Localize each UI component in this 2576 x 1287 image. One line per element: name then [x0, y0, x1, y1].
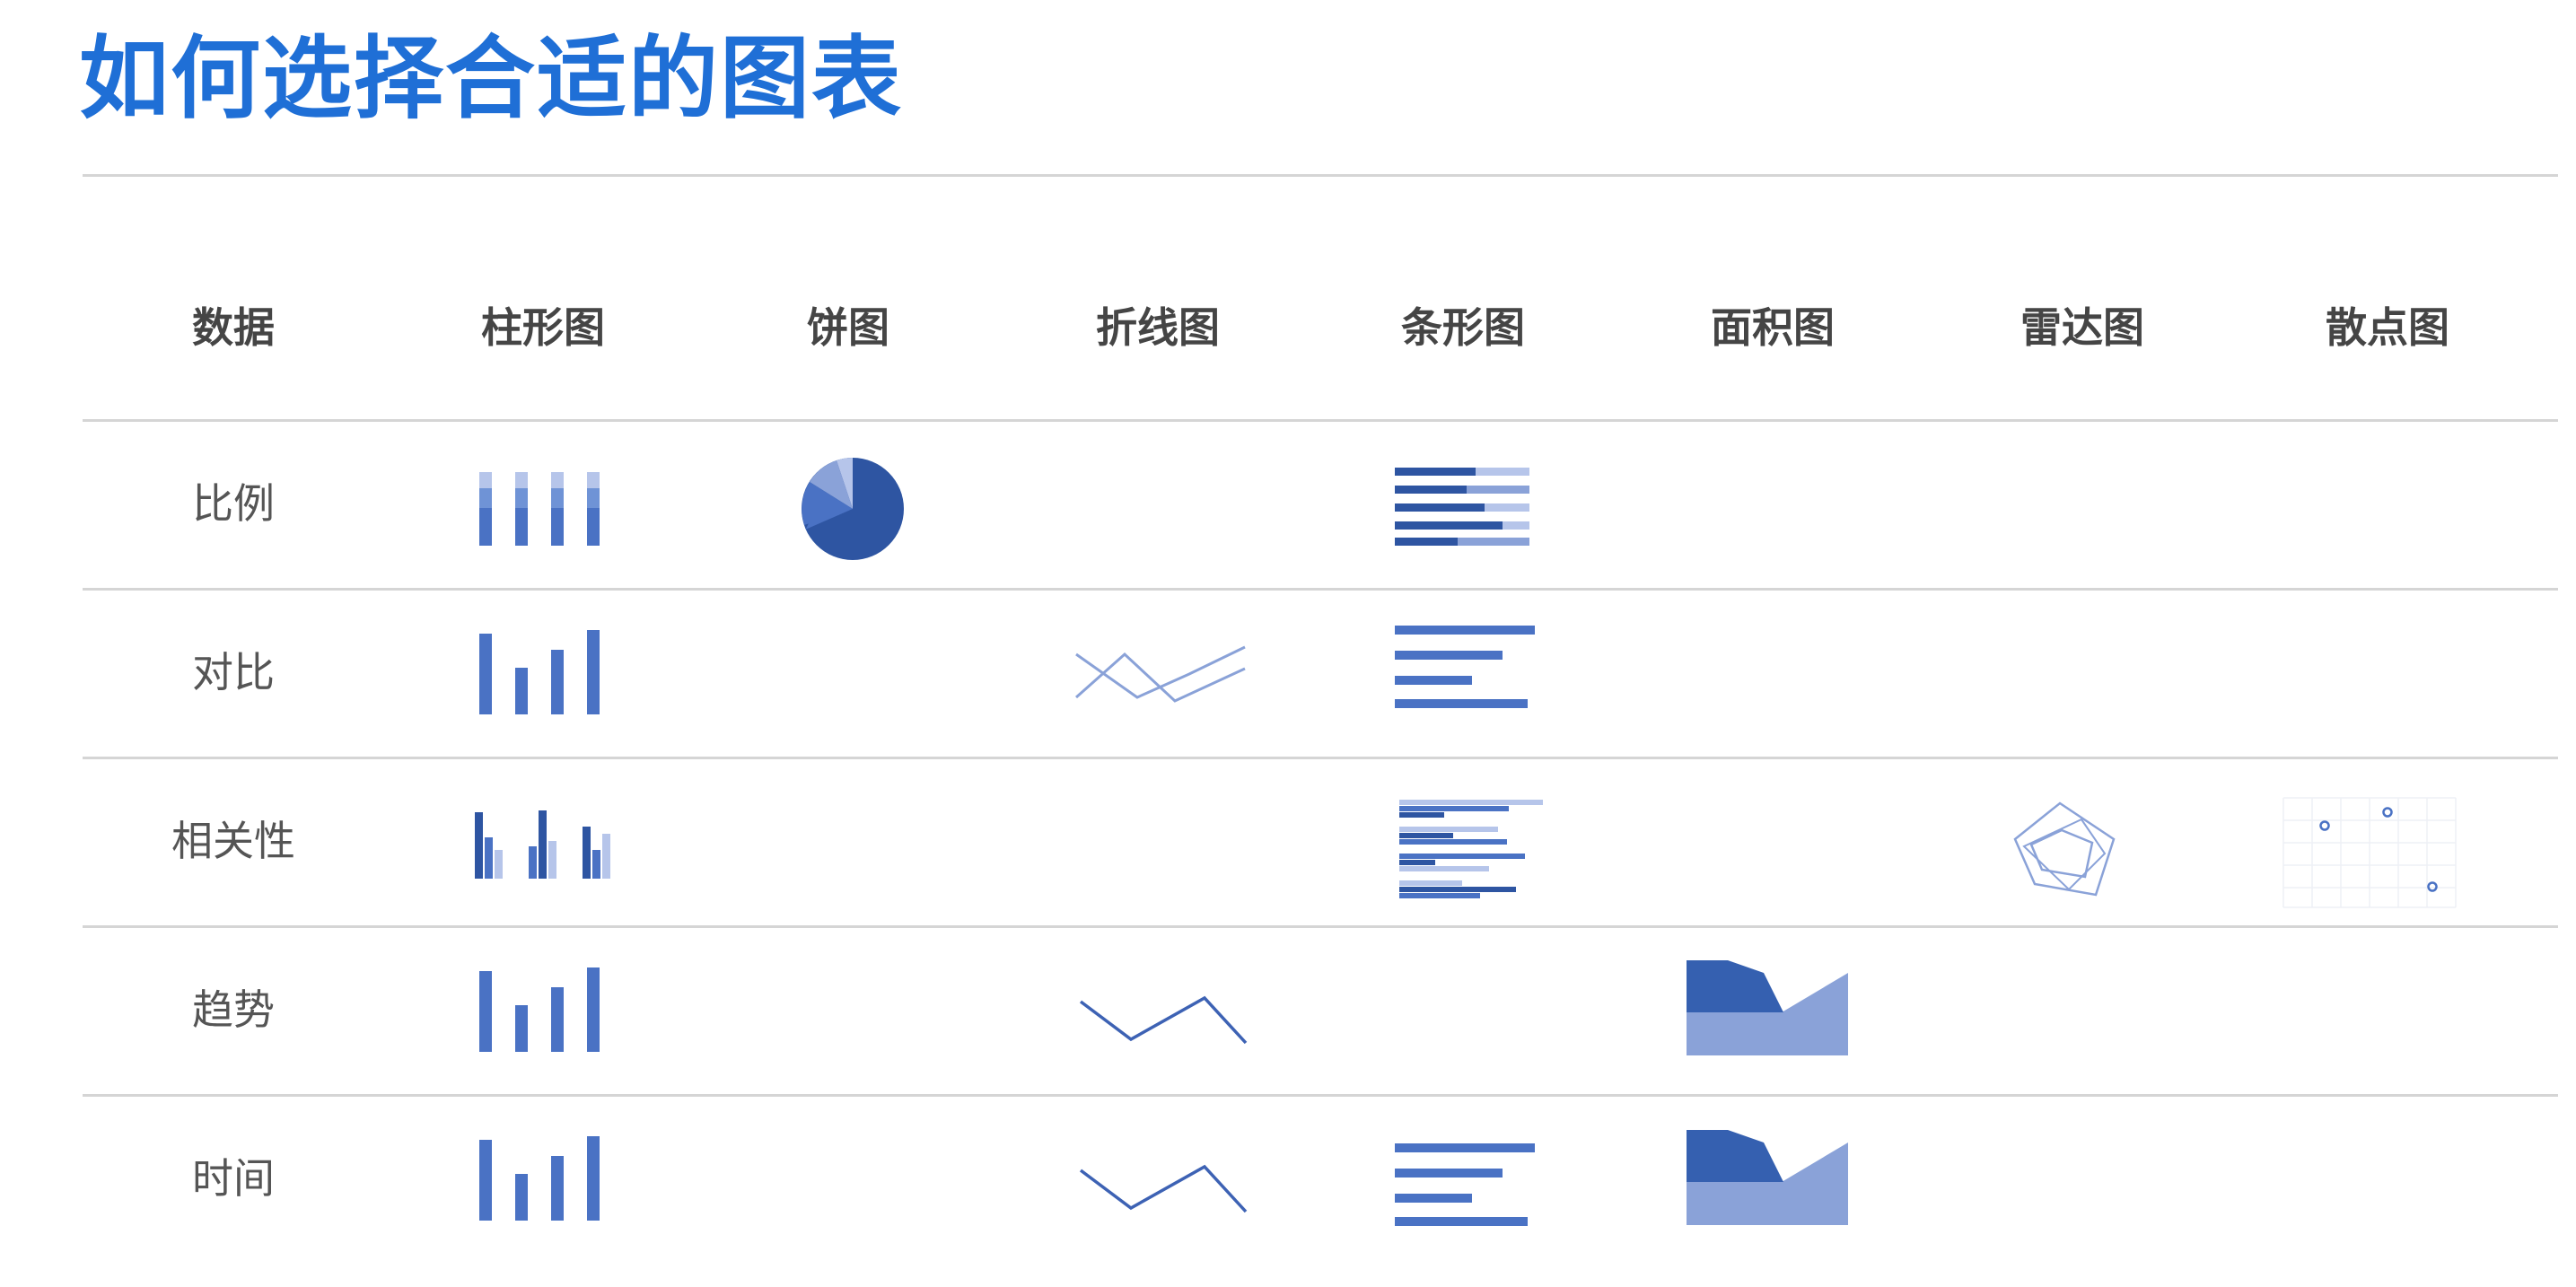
grouped-bar-icon	[1399, 800, 1543, 898]
row-label-correlation: 相关性	[171, 817, 295, 865]
scatter-chart-icon	[2282, 797, 2457, 908]
header-column-chart: 柱形图	[481, 303, 605, 352]
bar-chart-icon	[1395, 626, 1535, 708]
bar-chart-icon	[1395, 1143, 1535, 1226]
row-label-trend: 趋势	[192, 985, 275, 1034]
line-chart-icon	[1079, 1164, 1248, 1213]
page-title: 如何选择合适的图表	[79, 25, 903, 131]
header-data: 数据	[192, 303, 275, 352]
row-label-comparison: 对比	[192, 648, 275, 696]
pie-chart-icon	[802, 458, 904, 560]
header-bar-chart: 条形图	[1401, 303, 1525, 352]
line-chart-icon	[1079, 995, 1248, 1045]
area-chart-icon	[1687, 1130, 1848, 1225]
radar-chart-icon	[2013, 801, 2116, 897]
header-scatter-chart: 散点图	[2326, 303, 2449, 352]
header-line-chart: 折线图	[1096, 303, 1220, 352]
row-divider	[83, 419, 2558, 422]
area-chart-icon	[1687, 960, 1848, 1055]
column-chart-icon	[479, 630, 600, 714]
header-area-chart: 面积图	[1711, 303, 1835, 352]
column-chart-icon	[479, 967, 600, 1052]
stacked-bar-icon	[1395, 468, 1529, 546]
row-label-proportion: 比例	[192, 479, 275, 528]
row-divider	[83, 1094, 2558, 1097]
header-pie-chart: 饼图	[807, 303, 889, 352]
row-divider	[83, 757, 2558, 759]
grouped-column-icon	[475, 810, 610, 879]
column-chart-icon	[479, 1136, 600, 1221]
row-label-time: 时间	[192, 1154, 275, 1203]
stacked-column-icon	[479, 472, 600, 546]
row-divider	[83, 588, 2558, 591]
title-divider	[83, 174, 2558, 177]
header-radar-chart: 雷达图	[2020, 303, 2144, 352]
multi-line-chart-icon	[1075, 645, 1246, 703]
row-divider	[83, 925, 2558, 928]
